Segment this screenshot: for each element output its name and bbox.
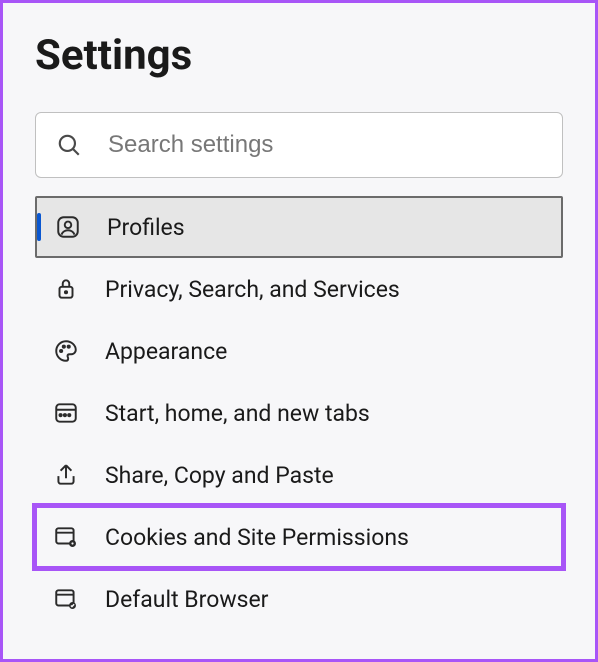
- nav-item-cookies-permissions[interactable]: Cookies and Site Permissions: [35, 506, 563, 568]
- nav-item-label: Profiles: [107, 214, 185, 241]
- settings-nav: Profiles Privacy, Search, and Services A…: [35, 196, 563, 630]
- cookies-icon: [53, 524, 79, 550]
- window-icon: [53, 400, 79, 426]
- nav-item-profiles[interactable]: Profiles: [35, 196, 563, 258]
- nav-item-label: Appearance: [105, 338, 227, 365]
- nav-item-label: Start, home, and new tabs: [105, 400, 370, 427]
- share-icon: [53, 462, 79, 488]
- nav-item-label: Default Browser: [105, 586, 268, 613]
- nav-item-default-browser[interactable]: Default Browser: [35, 568, 563, 630]
- search-icon: [56, 132, 82, 158]
- nav-item-privacy[interactable]: Privacy, Search, and Services: [35, 258, 563, 320]
- profile-icon: [55, 214, 81, 240]
- lock-icon: [53, 276, 79, 302]
- nav-item-label: Cookies and Site Permissions: [105, 524, 409, 551]
- search-input[interactable]: [108, 131, 542, 159]
- nav-item-label: Privacy, Search, and Services: [105, 276, 400, 303]
- nav-item-appearance[interactable]: Appearance: [35, 320, 563, 382]
- search-settings-box[interactable]: [35, 112, 563, 178]
- nav-item-start-home[interactable]: Start, home, and new tabs: [35, 382, 563, 444]
- page-title: Settings: [35, 31, 563, 80]
- nav-item-share-copy-paste[interactable]: Share, Copy and Paste: [35, 444, 563, 506]
- palette-icon: [53, 338, 79, 364]
- nav-item-label: Share, Copy and Paste: [105, 462, 334, 489]
- browser-check-icon: [53, 586, 79, 612]
